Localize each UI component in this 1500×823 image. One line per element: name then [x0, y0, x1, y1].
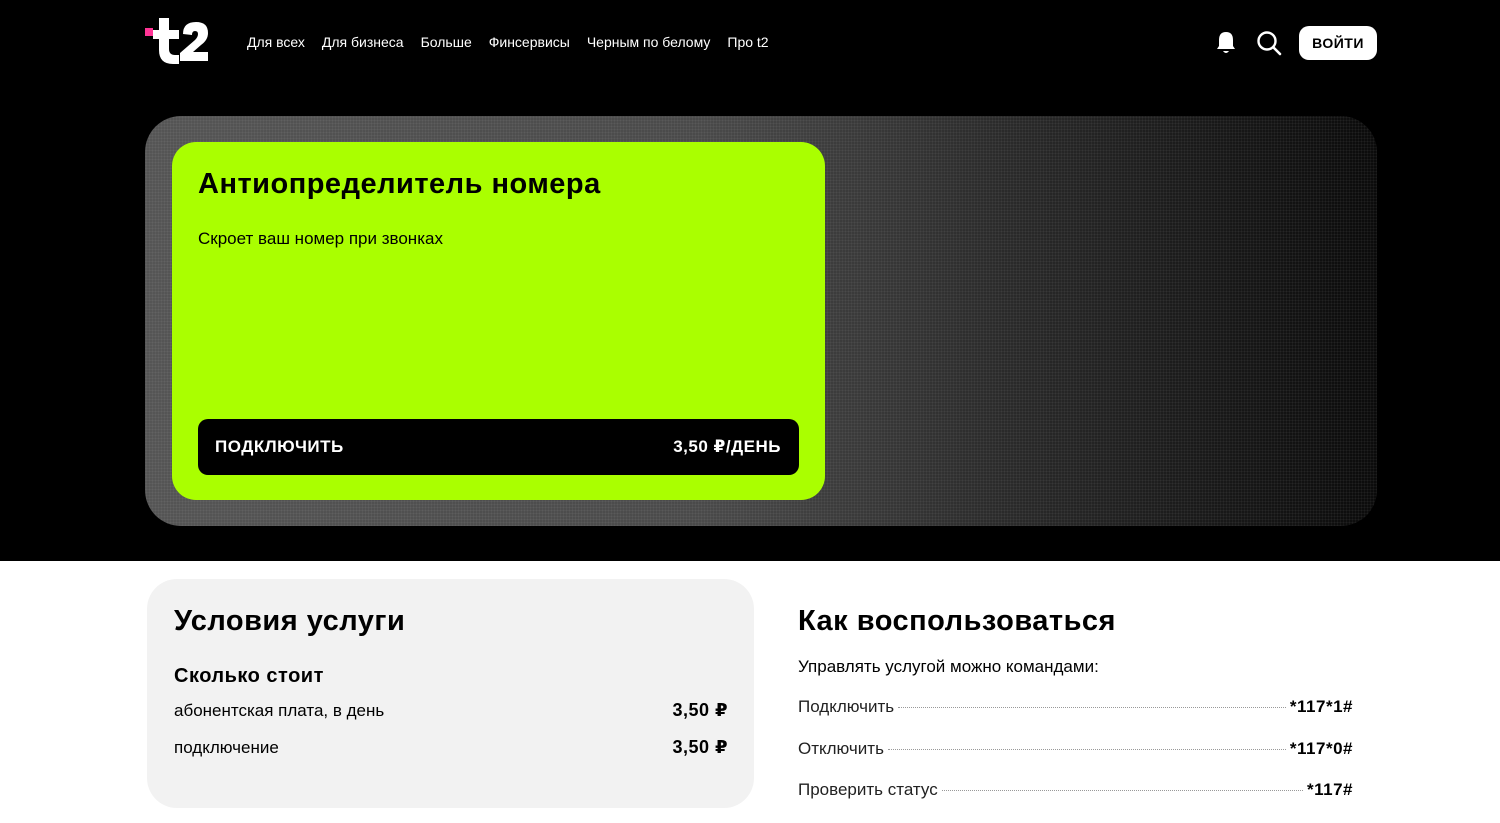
conditions-title: Условия услуги — [174, 605, 406, 637]
nav-item-all[interactable]: Для всех — [247, 34, 305, 50]
page-title: Антиопределитель номера — [198, 168, 601, 200]
price-row: абонентская плата, в день 3,50 ₽ — [174, 700, 728, 721]
dotted-leader — [898, 707, 1286, 708]
nav-item-business[interactable]: Для бизнеса — [322, 34, 404, 50]
price-value: 3,50 ₽ — [672, 700, 728, 720]
dotted-leader — [887, 749, 1286, 750]
nav-item-more[interactable]: Больше — [421, 34, 472, 50]
main-nav: Для всех Для бизнеса Больше Финсервисы Ч… — [247, 34, 786, 50]
command-row: Проверить статус *117# — [798, 780, 1353, 800]
nav-item-about[interactable]: Про t2 — [727, 34, 768, 50]
search-icon[interactable] — [1256, 30, 1282, 56]
how-to-use-title: Как воспользоваться — [798, 605, 1116, 637]
price-row: подключение 3,50 ₽ — [174, 737, 728, 758]
command-code[interactable]: *117# — [1307, 780, 1353, 800]
command-label: Отключить — [798, 739, 884, 758]
bell-icon[interactable] — [1214, 30, 1238, 56]
nav-item-finservices[interactable]: Финсервисы — [489, 34, 570, 50]
conditions-subtitle: Сколько стоит — [174, 665, 324, 687]
connect-button-label: ПОДКЛЮЧИТЬ — [215, 437, 344, 456]
command-code[interactable]: *117*1# — [1290, 697, 1353, 717]
command-label: Подключить — [798, 697, 895, 716]
login-button[interactable]: ВОЙТИ — [1299, 26, 1377, 60]
connect-button-price: 3,50 ₽/ДЕНЬ — [673, 437, 781, 456]
dotted-leader — [941, 790, 1303, 791]
service-hero-card: Антиопределитель номера Скроет ваш номер… — [172, 142, 825, 500]
t2-logo[interactable] — [145, 18, 209, 64]
nav-item-black-on-white[interactable]: Черным по белому — [587, 34, 711, 50]
service-conditions-card: Условия услуги Сколько стоит абонентская… — [147, 579, 754, 808]
connect-button[interactable]: ПОДКЛЮЧИТЬ 3,50 ₽/ДЕНЬ — [198, 419, 799, 475]
command-code[interactable]: *117*0# — [1290, 739, 1353, 759]
price-label: подключение — [174, 738, 279, 757]
price-value: 3,50 ₽ — [672, 737, 728, 757]
command-row: Отключить *117*0# — [798, 739, 1353, 759]
command-label: Проверить статус — [798, 780, 938, 799]
price-label: абонентская плата, в день — [174, 701, 385, 720]
hero-subtitle: Скроет ваш номер при звонках — [198, 229, 443, 248]
how-to-use-intro: Управлять услугой можно командами: — [798, 657, 1099, 676]
command-row: Подключить *117*1# — [798, 697, 1353, 717]
